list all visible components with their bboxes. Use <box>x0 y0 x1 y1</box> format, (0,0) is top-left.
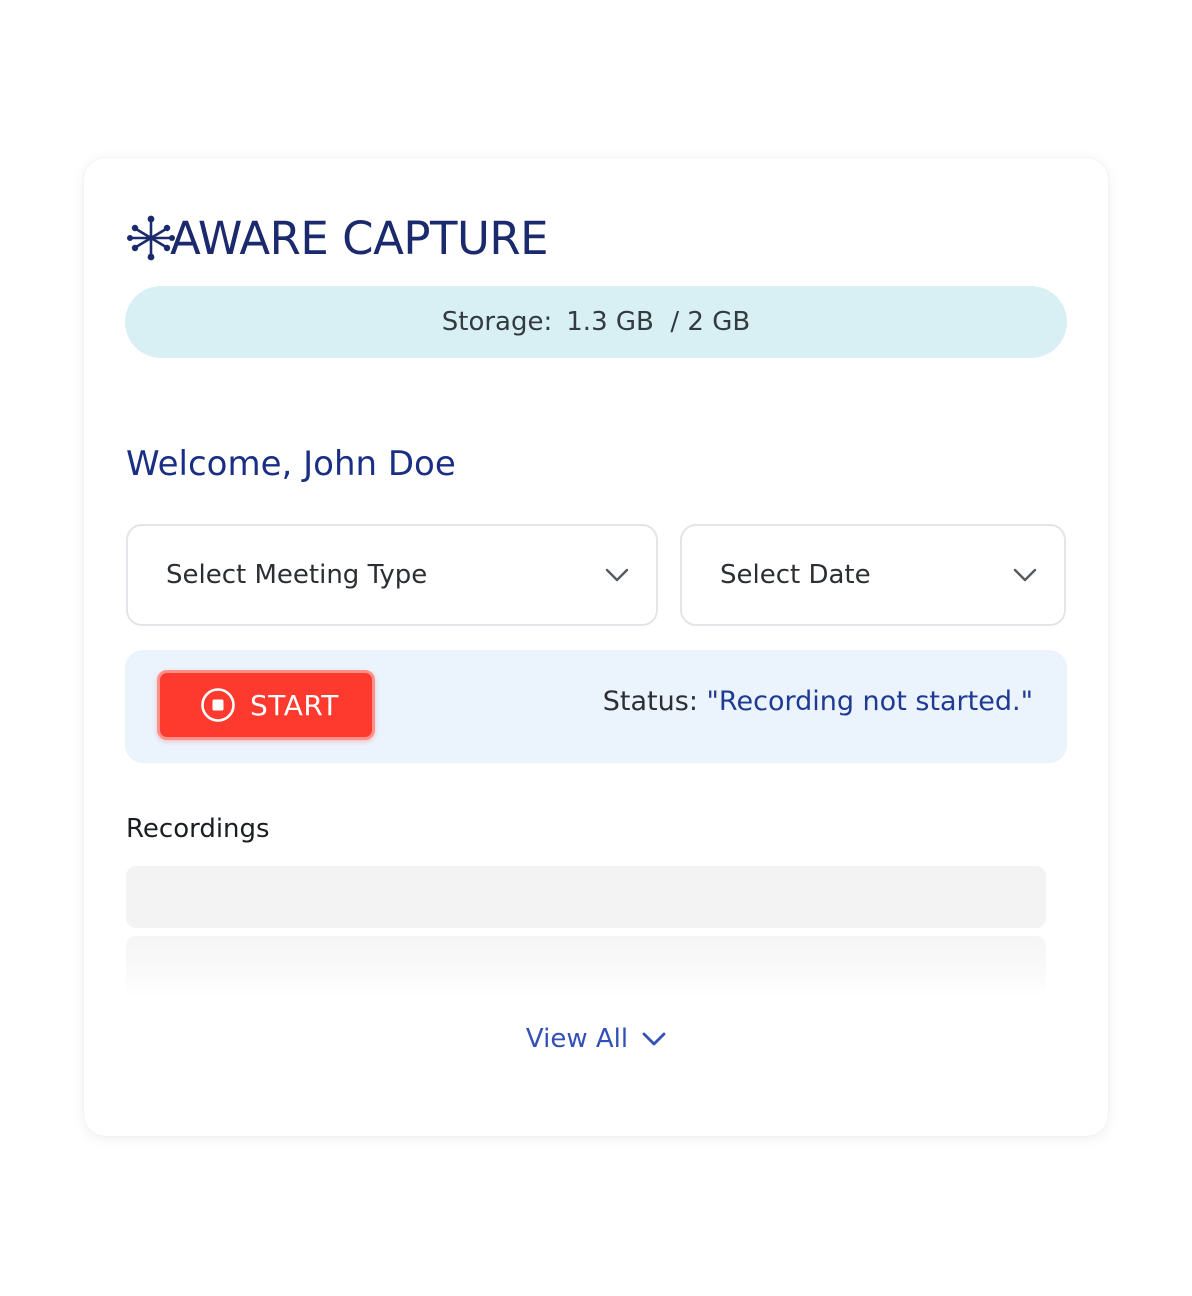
status-value: "Recording not started." <box>706 686 1033 717</box>
chevron-down-icon <box>1013 568 1037 582</box>
recording-status: Status: "Recording not started." <box>603 686 1033 717</box>
chevron-down-blue-icon <box>642 1032 666 1046</box>
start-button-label: START <box>250 688 339 722</box>
view-all-label: View All <box>525 1024 629 1054</box>
app-logo: AWARE CAPTURE <box>126 208 549 268</box>
snowflake-logo-icon <box>127 215 175 261</box>
app-logo-text: AWARE CAPTURE <box>170 211 549 265</box>
stop-circle-icon <box>201 688 235 722</box>
status-prefix: Status: <box>602 686 698 717</box>
welcome-heading: Welcome, John Doe <box>126 444 456 484</box>
recording-placeholder-row <box>126 936 1046 998</box>
recording-placeholder-row <box>126 866 1046 928</box>
storage-indicator: Storage: 1.3 GB / 2 GB <box>125 286 1067 358</box>
recording-control-panel: START Status: "Recording not started." <box>125 650 1067 763</box>
main-card: AWARE CAPTURE Storage: 1.3 GB / 2 GB Wel… <box>84 158 1108 1136</box>
recordings-heading: Recordings <box>126 814 270 844</box>
chevron-down-icon <box>605 568 629 582</box>
meeting-type-select-label: Select Meeting Type <box>166 560 428 590</box>
storage-value: 1.3 GB / 2 GB <box>566 307 751 337</box>
date-select-label: Select Date <box>720 560 871 590</box>
start-button[interactable]: START <box>157 670 375 740</box>
storage-label: Storage: <box>441 307 553 337</box>
date-select[interactable]: Select Date <box>680 524 1066 626</box>
meeting-type-select[interactable]: Select Meeting Type <box>126 524 658 626</box>
view-all-link[interactable]: View All <box>84 1024 1108 1054</box>
